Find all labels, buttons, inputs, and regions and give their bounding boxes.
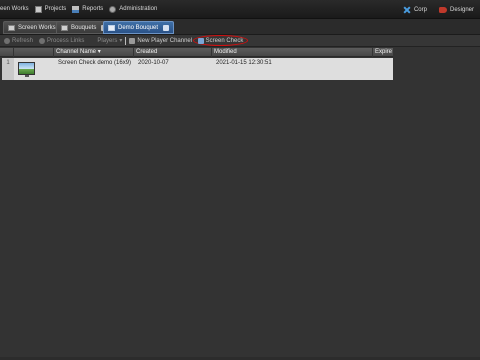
projects-icon [34, 5, 42, 13]
corp-menu[interactable]: Corp [400, 6, 430, 14]
col-header-channel-name[interactable]: Channel Name ▾ [54, 48, 134, 57]
screen-works-icon [8, 24, 15, 31]
menu-administration-label: Administration [119, 6, 158, 12]
toolbar-separator [125, 36, 127, 45]
menu-screen-works-label: een Works [0, 6, 29, 12]
screen-check-label: Screen Check [205, 37, 244, 44]
channels-grid: Channel Name ▾ Created Modified Expire 1… [0, 48, 480, 360]
screen-check-icon [197, 37, 204, 44]
corp-label: Corp [413, 6, 427, 13]
cell-expire [373, 58, 393, 80]
players-dropdown[interactable]: Players ▾ [97, 37, 123, 45]
col-header-num [0, 48, 14, 57]
corp-icon [403, 6, 411, 14]
menu-administration[interactable]: Administration [106, 5, 160, 13]
col-header-modified[interactable]: Modified [212, 48, 373, 57]
players-label: Players [97, 37, 118, 44]
tab-demo-bouquet[interactable]: Demo Bouquet [103, 21, 175, 34]
bouquet-icon [108, 24, 115, 31]
col-header-expire[interactable]: Expire [373, 48, 393, 57]
screen-check-button[interactable]: Screen Check [193, 35, 248, 46]
designer-menu[interactable]: Designer [436, 6, 477, 13]
channel-thumbnail-icon [18, 62, 35, 77]
menu-projects-label: Projects [44, 6, 67, 12]
cell-created: 2020-10-07 [138, 60, 169, 66]
chevron-down-icon: ▾ [119, 38, 123, 44]
process-links-label: Process Links [47, 37, 85, 44]
process-links-button[interactable]: Process Links [39, 37, 85, 44]
tab-screen-works[interactable]: Screen Works [3, 21, 61, 34]
refresh-button[interactable]: Refresh [4, 37, 34, 44]
col-header-created[interactable]: Created [134, 48, 212, 57]
cell-channel-name: Screen Check demo (16x9) [58, 60, 132, 66]
sort-down-icon: ▾ [97, 49, 101, 55]
table-row[interactable]: 1 Screen Check demo (16x9) 2020-10-07 20… [2, 58, 393, 80]
bouquets-icon [61, 24, 68, 31]
refresh-icon [4, 37, 10, 44]
close-icon[interactable] [163, 24, 170, 31]
new-channel-icon [129, 37, 136, 44]
menu-projects[interactable]: Projects [32, 5, 70, 13]
cell-modified: 2021-01-15 12:30:51 [216, 60, 272, 66]
tab-demo-bouquet-label: Demo Bouquet [118, 24, 159, 31]
tab-bar: Screen Works Bouquets Demo Bouquet [0, 19, 480, 35]
topbar-right-group: Corp Designer [403, 0, 477, 19]
reports-icon [72, 5, 80, 13]
administration-icon [109, 5, 117, 13]
refresh-label: Refresh [12, 37, 34, 44]
col-header-thumb [14, 48, 54, 57]
tab-screen-works-label: Screen Works [18, 24, 56, 31]
col-channel-name-label: Channel Name [56, 49, 97, 55]
designer-label: Designer [449, 6, 474, 13]
menu-reports[interactable]: Reports [69, 5, 106, 13]
new-player-channel-label: New Player Channel [137, 37, 193, 44]
process-links-icon [39, 37, 46, 44]
row-number: 1 [2, 58, 14, 80]
designer-icon [438, 6, 447, 13]
top-menu-bar: een Works Projects Reports Administratio… [0, 0, 480, 19]
menu-reports-label: Reports [82, 6, 104, 12]
grid-header: Channel Name ▾ Created Modified Expire [0, 48, 393, 57]
tab-bouquets-label: Bouquets [71, 24, 97, 31]
menu-screen-works[interactable]: een Works [0, 6, 32, 12]
new-player-channel-button[interactable]: New Player Channel [129, 37, 193, 44]
